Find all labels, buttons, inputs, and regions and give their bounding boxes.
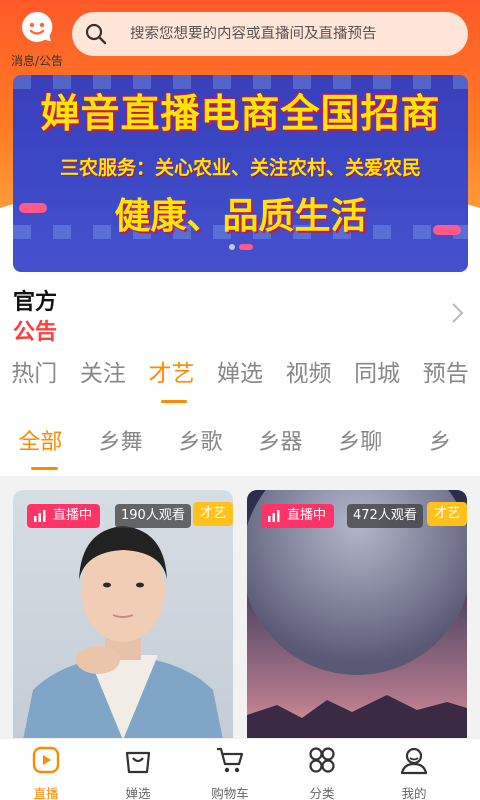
subtab-underline [31, 467, 58, 470]
nav-label: 婵选 [125, 786, 151, 800]
banner-slogan: 健康、品质生活 [114, 196, 367, 237]
app-screen: 消息/公告 婵音直播电商全国招商 三农服务：关心农业、关注农村、关爱农民 健康、… [0, 0, 480, 800]
subtab-all[interactable]: 全部 [0, 410, 81, 476]
nav-label: 我的 [401, 786, 427, 800]
search-input[interactable] [130, 26, 450, 42]
subcategory-tabs: 全部 乡舞 乡歌 乡器 乡聊 乡 [0, 410, 480, 476]
chevron-right-icon[interactable] [450, 302, 464, 324]
nav-profile[interactable]: 我的 [368, 739, 460, 800]
search-bar[interactable] [72, 12, 468, 56]
subtab-song[interactable]: 乡歌 [161, 410, 241, 476]
tab-talent[interactable]: 才艺 [137, 350, 206, 410]
tab-hot[interactable]: 热门 [0, 350, 69, 410]
tab-underline [161, 400, 188, 403]
message-button[interactable]: 消息/公告 [6, 6, 68, 69]
subtab-dance[interactable]: 乡舞 [81, 410, 161, 476]
viewer-count: 472人观看 [347, 504, 423, 528]
bottom-navigation: 直播 婵选 购物车 分类 我的 [0, 738, 480, 800]
live-card[interactable]: 直播中 190人观看 才艺 [13, 490, 233, 740]
tab-follow[interactable]: 关注 [69, 350, 138, 410]
live-status: 直播中 [53, 508, 93, 523]
signal-bars-icon [34, 510, 46, 522]
category-tag: 才艺 [427, 502, 467, 526]
tab-local[interactable]: 同城 [343, 350, 412, 410]
banner-pagination [229, 244, 253, 250]
live-status: 直播中 [287, 508, 327, 523]
nav-label: 直播 [33, 786, 59, 800]
official-announcement[interactable]: 官方 公告 [0, 272, 480, 350]
pagination-dot-active[interactable] [239, 244, 253, 250]
cart-icon [217, 747, 244, 773]
nav-label: 购物车 [211, 786, 249, 800]
viewer-count: 190人观看 [115, 504, 191, 528]
banner-headline: 婵音直播电商全国招商 [40, 92, 441, 137]
chat-bubble-icon [22, 11, 53, 42]
category-icon [309, 747, 335, 773]
nav-live[interactable]: 直播 [0, 739, 92, 800]
play-icon [32, 746, 60, 774]
message-label: 消息/公告 [10, 54, 64, 68]
subcategory-row: 全部 乡舞 乡歌 乡器 乡聊 乡 [0, 410, 480, 476]
live-badge: 直播中 [27, 504, 101, 528]
banner-subline: 三农服务：关心农业、关注农村、关爱农民 [59, 157, 421, 179]
nav-cart[interactable]: 购物车 [184, 739, 276, 800]
nav-label: 分类 [309, 786, 335, 800]
signal-bars-icon [268, 510, 280, 522]
live-badge: 直播中 [261, 504, 335, 528]
tab-selection[interactable]: 婵选 [206, 350, 275, 410]
nav-selection[interactable]: 婵选 [92, 739, 184, 800]
subtab-chat[interactable]: 乡聊 [320, 410, 400, 476]
announcement-title-line2: 公告 [13, 320, 58, 345]
announcement-title-line1: 官方 [13, 290, 58, 315]
user-icon [400, 747, 428, 775]
category-tag: 才艺 [193, 502, 233, 526]
tab-video[interactable]: 视频 [274, 350, 343, 410]
subtab-instrument[interactable]: 乡器 [240, 410, 320, 476]
nav-category[interactable]: 分类 [276, 739, 368, 800]
subtab-more[interactable]: 乡 [400, 410, 480, 476]
live-card[interactable]: 直播中 472人观看 才艺 [247, 490, 467, 740]
tab-preview[interactable]: 预告 [411, 350, 480, 410]
search-icon [85, 23, 107, 45]
pagination-dot[interactable] [229, 244, 235, 250]
promo-banner[interactable]: 婵音直播电商全国招商 三农服务：关心农业、关注农村、关爱农民 健康、品质生活 [13, 75, 468, 272]
shopping-bag-icon [125, 751, 151, 774]
category-tabs: 热门 关注 才艺 婵选 视频 同城 预告 [0, 350, 480, 410]
